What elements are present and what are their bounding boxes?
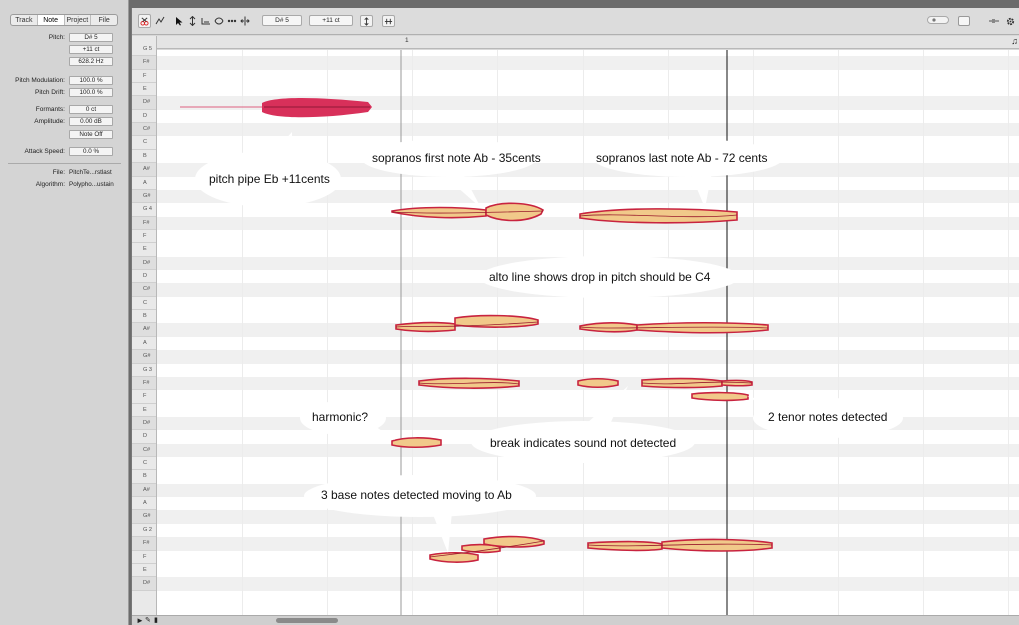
callout-text-tenor: 2 tenor notes detected [768,410,888,424]
bass-note-3[interactable] [483,535,545,548]
annotation-overlay [180,50,903,615]
callout-text-bass: 3 base notes detected moving to Ab [321,488,512,502]
callout-text-harmonic: harmonic? [312,410,369,424]
tenor-note-2[interactable] [577,377,619,389]
callout-text-alto: alto line shows drop in pitch should be … [489,270,711,284]
callout-sopranos-last [593,139,783,208]
callout-text-sopranos-last: sopranos last note Ab - 72 cents [596,151,768,165]
callout-pitch-pipe [195,132,341,207]
callout-break [471,386,695,463]
callout-sopranos-first [361,139,537,208]
callout-text-break: break indicates sound not detected [490,436,677,450]
harmonic-note[interactable] [391,437,442,449]
callout-alto [479,256,739,323]
selected-note-blob[interactable] [180,98,372,118]
callout-text-sopranos-first: sopranos first note Ab - 35cents [372,151,541,165]
alto-note-1[interactable] [395,321,456,333]
tenor-note-5[interactable] [691,391,749,402]
callout-text-pitch-pipe: pitch pipe Eb +11cents [209,172,330,186]
callout-bubbles [195,132,903,553]
